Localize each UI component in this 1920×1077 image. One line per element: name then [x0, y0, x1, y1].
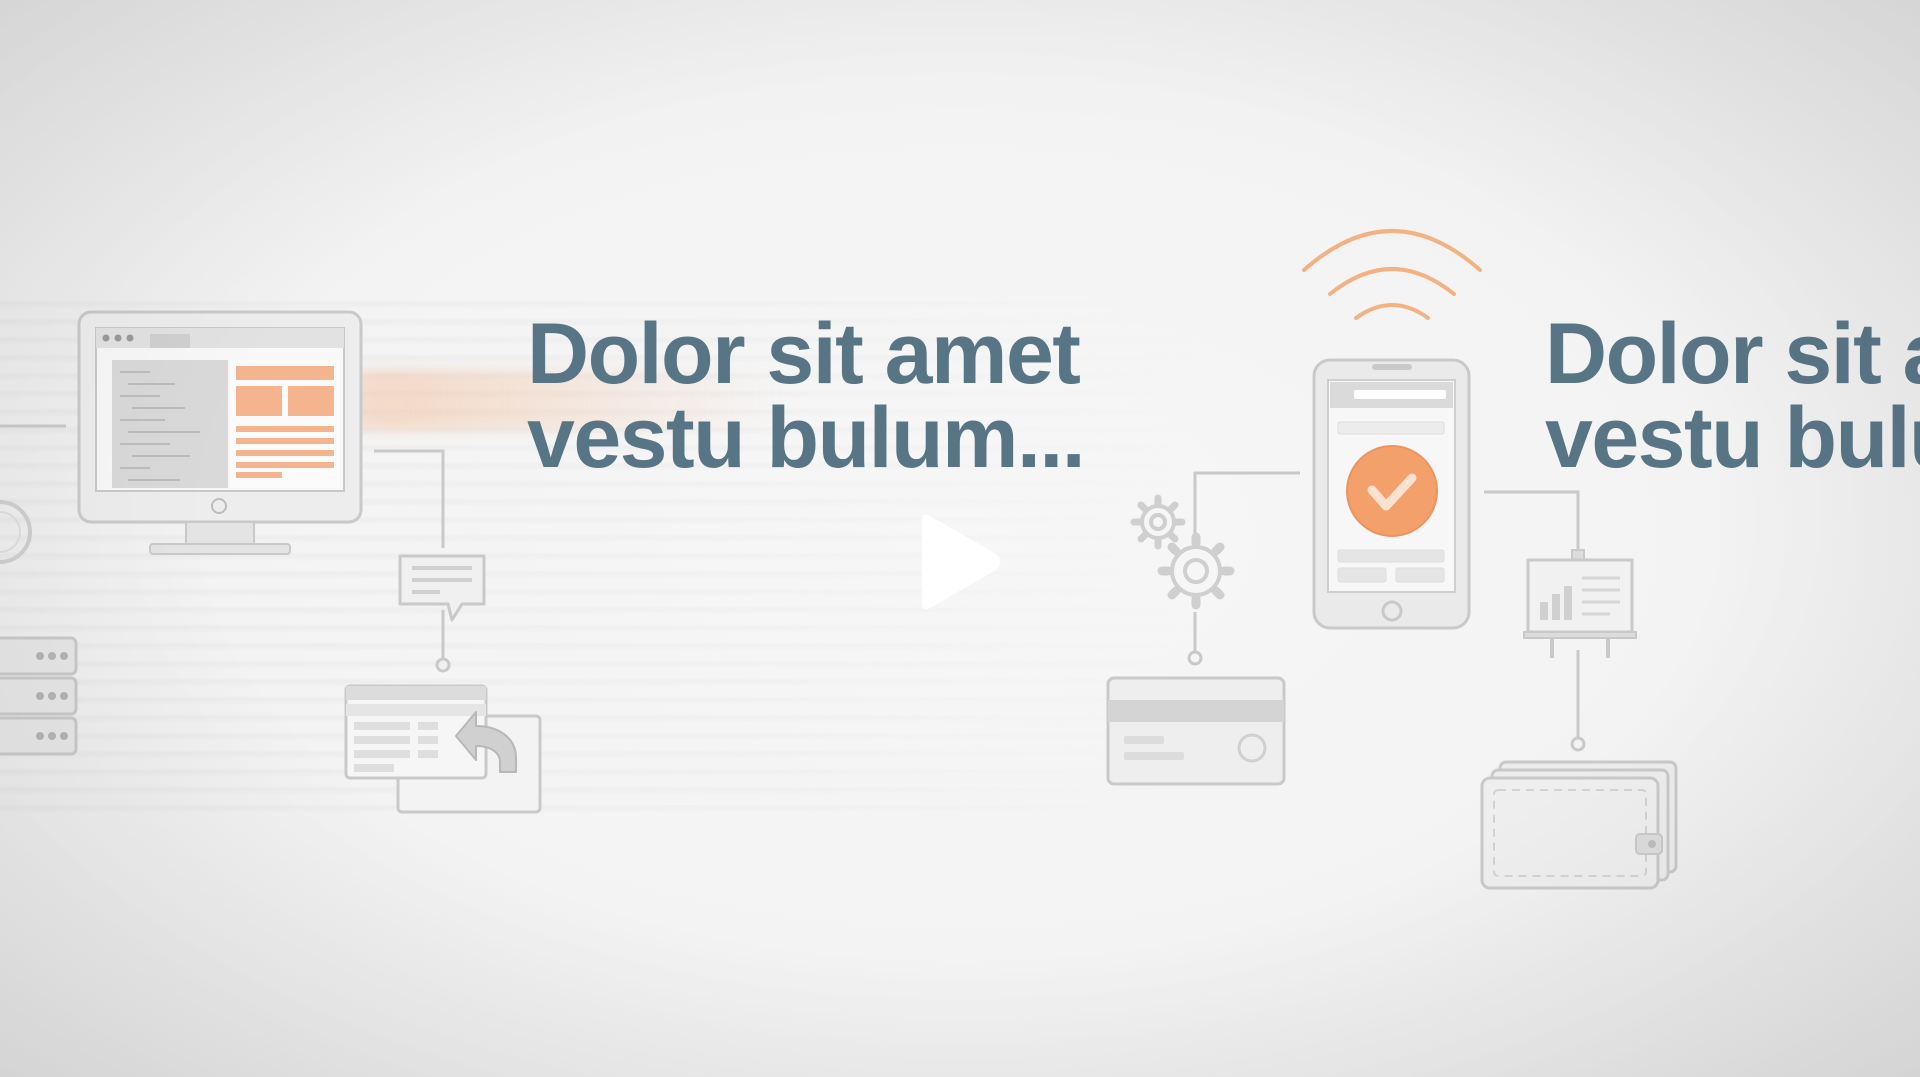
connector-node	[435, 657, 451, 673]
gears-icon	[1130, 494, 1235, 610]
connector-line	[1484, 490, 1580, 550]
connector-line	[374, 449, 445, 548]
presentation-board-icon	[1523, 549, 1637, 658]
wallet-icon	[1480, 760, 1678, 890]
wifi-signal-icon	[1302, 229, 1482, 320]
slide-title-2-line-1: Dolor sit amet	[1545, 306, 1920, 402]
desktop-monitor-icon	[77, 310, 363, 555]
smartphone-check-icon	[1312, 358, 1471, 630]
connector-line	[1193, 471, 1300, 540]
play-button[interactable]	[914, 512, 1004, 612]
slide-title-2-line-2: vestu bulum...	[1545, 390, 1920, 486]
video-poster: Dolor sit amet vestu bulum... Dolor sit …	[0, 0, 1920, 1077]
credit-card-icon	[1106, 676, 1286, 786]
slide-title-1-line-2: vestu bulum...	[527, 390, 1086, 486]
gauge-icon	[0, 500, 32, 564]
play-icon	[922, 514, 1000, 610]
window-return-icon	[344, 684, 542, 814]
server-stack-icon	[0, 636, 78, 756]
slide-title-2: Dolor sit amet vestu bulum...	[1545, 306, 1920, 486]
slide-title-1-line-1: Dolor sit amet	[527, 306, 1081, 402]
slide-title-1: Dolor sit amet vestu bulum...	[527, 306, 1086, 486]
connector-node	[1187, 650, 1203, 666]
connector-node	[1570, 736, 1586, 752]
